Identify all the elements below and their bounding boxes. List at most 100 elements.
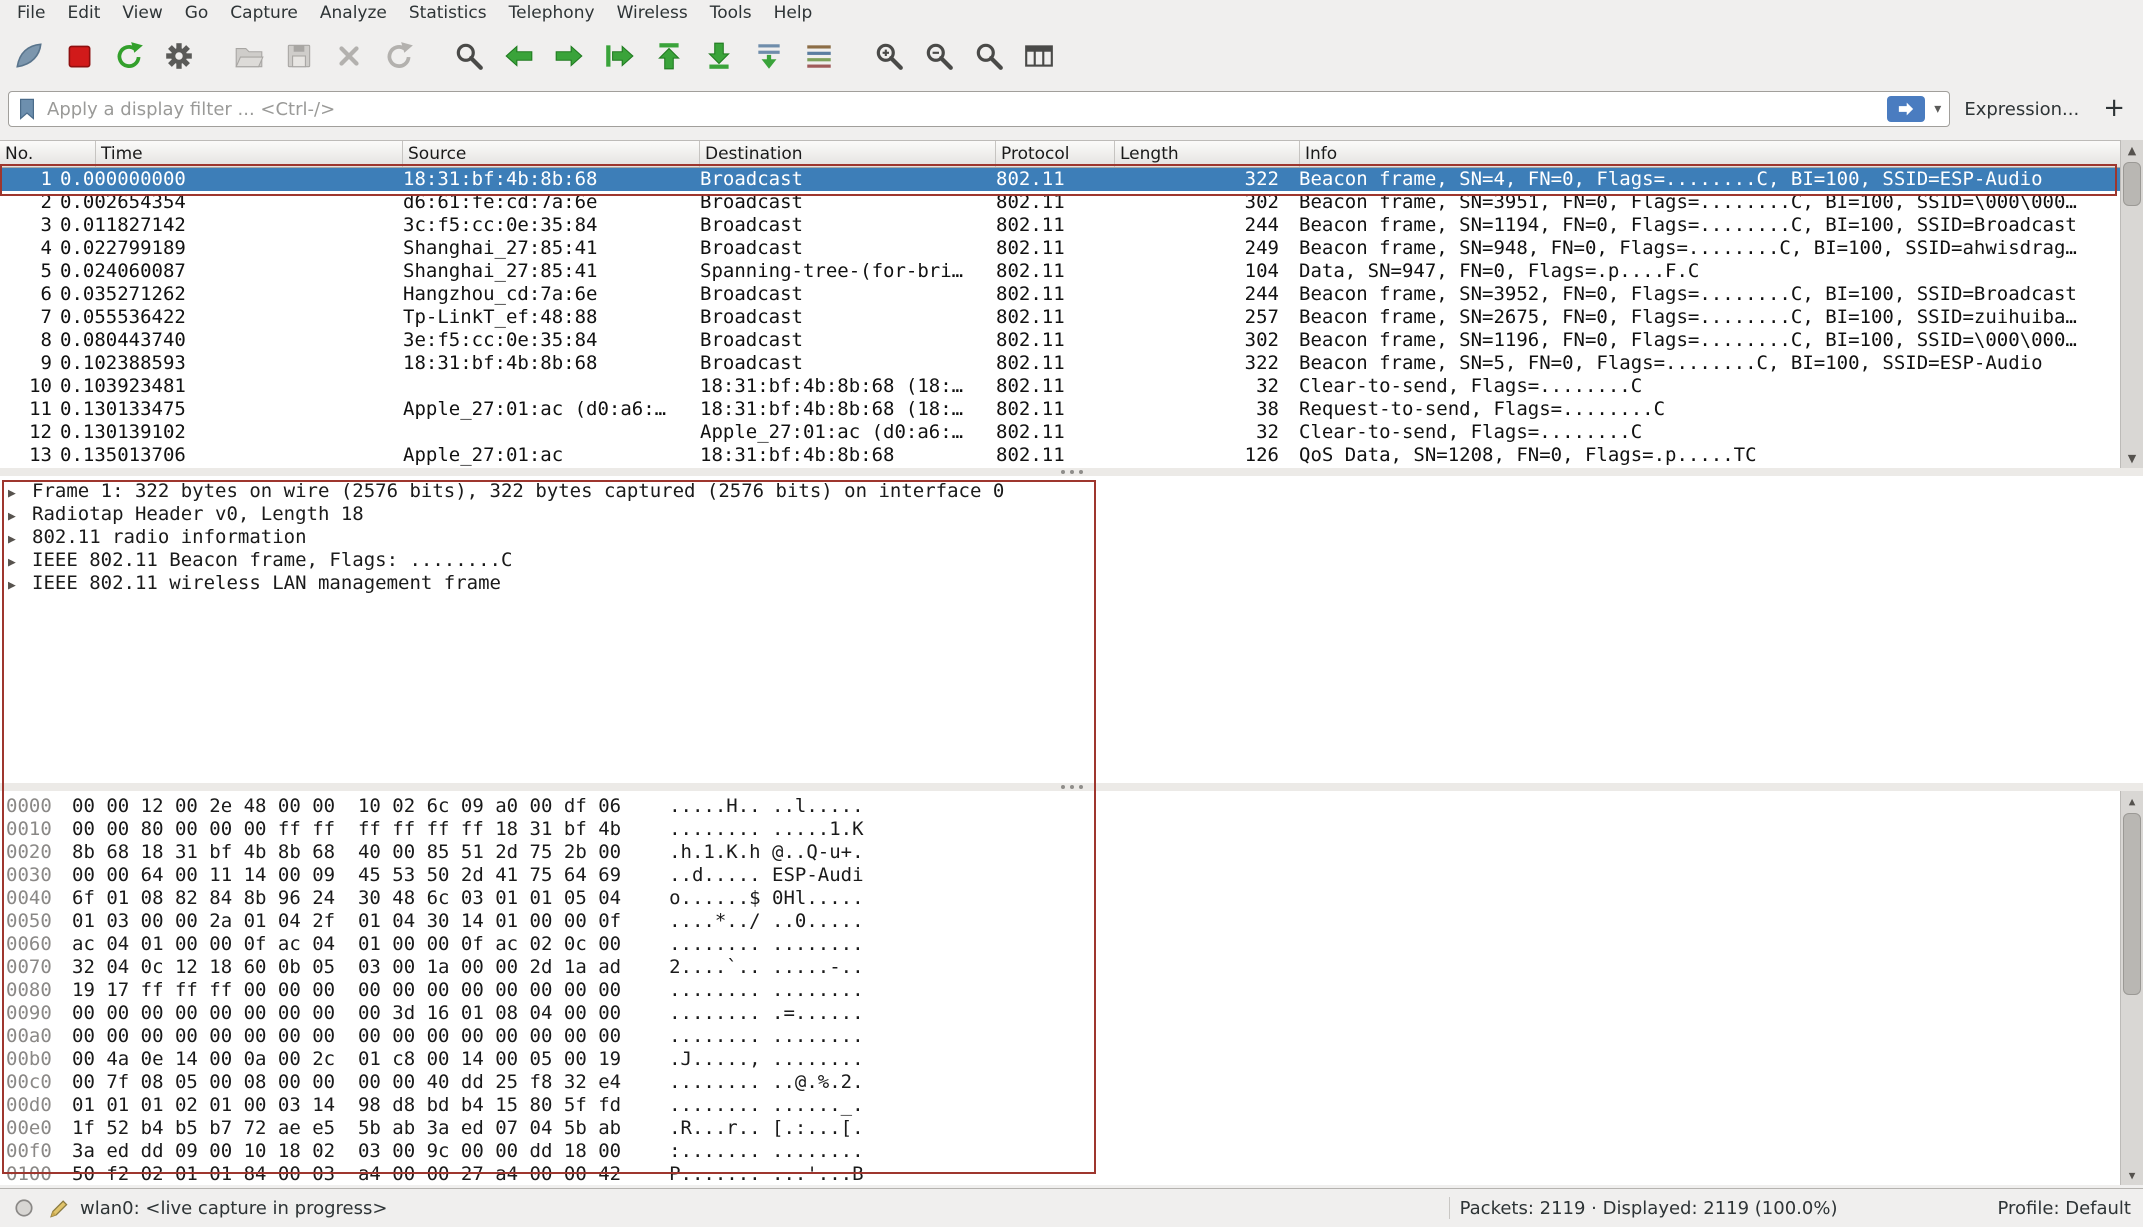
hex-row[interactable]: 0050 01 03 00 00 2a 01 04 2f 01 04 30 14…	[6, 910, 2143, 933]
menu-item[interactable]: Wireless	[606, 0, 699, 26]
packet-row[interactable]: 12 0.130139102 Apple_27:01:ac (d0:a6:… 8…	[0, 421, 2143, 444]
go-last-packet-button[interactable]	[696, 33, 742, 79]
detail-tree-row[interactable]: ▶802.11 radio information	[8, 526, 2143, 549]
menu-item[interactable]: Statistics	[398, 0, 498, 26]
packet-info-cell: QoS Data, SN=1208, FN=0, Flags=.p.....TC	[1285, 444, 2143, 467]
start-capture-button[interactable]	[6, 33, 52, 79]
capture-options-button[interactable]	[156, 33, 202, 79]
menu-item[interactable]: Tools	[699, 0, 763, 26]
column-header-destination[interactable]: Destination	[700, 141, 996, 167]
display-filter-input[interactable]	[45, 98, 1881, 121]
zoom-in-button[interactable]	[866, 33, 912, 79]
scroll-up-icon[interactable]: ▲	[2121, 140, 2143, 160]
hex-row[interactable]: 0030 00 00 64 00 11 14 00 09 45 53 50 2d…	[6, 864, 2143, 887]
find-packet-button[interactable]	[446, 33, 492, 79]
menu-item[interactable]: Help	[763, 0, 824, 26]
reload-file-button[interactable]	[376, 33, 422, 79]
menu-item[interactable]: Go	[174, 0, 220, 26]
hex-bytes: 01 03 00 00 2a 01 04 2f 01 04 30 14 01 0…	[72, 910, 621, 933]
hex-row[interactable]: 00f0 3a ed dd 09 00 10 18 02 03 00 9c 00…	[6, 1140, 2143, 1163]
hex-row[interactable]: 0060 ac 04 01 00 00 0f ac 04 01 00 00 0f…	[6, 933, 2143, 956]
capture-comment-button[interactable]	[46, 1196, 70, 1220]
scrollbar-thumb[interactable]	[2123, 813, 2141, 995]
column-header-source[interactable]: Source	[403, 141, 700, 167]
hex-row[interactable]: 0040 6f 01 08 82 84 8b 96 24 30 48 6c 03…	[6, 887, 2143, 910]
detail-tree-row[interactable]: ▶Radiotap Header v0, Length 18	[8, 503, 2143, 526]
go-back-button[interactable]	[496, 33, 542, 79]
column-header-info[interactable]: Info	[1300, 141, 2143, 167]
expand-arrow-icon[interactable]: ▶	[8, 505, 32, 528]
column-header-time[interactable]: Time	[96, 141, 403, 167]
packet-row[interactable]: 9 0.102388593 18:31:bf:4b:8b:68 Broadcas…	[0, 352, 2143, 375]
go-forward-button[interactable]	[546, 33, 592, 79]
expand-arrow-icon[interactable]: ▶	[8, 482, 32, 505]
hex-row[interactable]: 00a0 00 00 00 00 00 00 00 00 00 00 00 00…	[6, 1025, 2143, 1048]
packet-list-scrollbar[interactable]: ▲ ▼	[2120, 140, 2143, 468]
menu-item[interactable]: File	[6, 0, 56, 26]
detail-tree-row[interactable]: ▶IEEE 802.11 Beacon frame, Flags: ......…	[8, 549, 2143, 572]
scrollbar-thumb[interactable]	[2123, 162, 2141, 206]
profile-button[interactable]: Profile: Default	[1997, 1198, 2131, 1219]
hex-row[interactable]: 00c0 00 7f 08 05 00 08 00 00 00 00 40 dd…	[6, 1071, 2143, 1094]
restart-capture-button[interactable]	[106, 33, 152, 79]
packet-row[interactable]: 11 0.130133475 Apple_27:01:ac (d0:a6:… 1…	[0, 398, 2143, 421]
hex-row[interactable]: 0090 00 00 00 00 00 00 00 00 00 3d 16 01…	[6, 1002, 2143, 1025]
hex-row[interactable]: 0000 00 00 12 00 2e 48 00 00 10 02 6c 09…	[6, 795, 2143, 818]
filter-bookmark-icon[interactable]	[15, 97, 39, 121]
resize-columns-button[interactable]	[1016, 33, 1062, 79]
menu-item[interactable]: Edit	[56, 0, 111, 26]
column-header-length[interactable]: Length	[1115, 141, 1300, 167]
stop-capture-button[interactable]	[56, 33, 102, 79]
scroll-down-icon[interactable]: ▼	[2121, 1165, 2143, 1185]
go-first-packet-button[interactable]	[646, 33, 692, 79]
detail-tree-row[interactable]: ▶Frame 1: 322 bytes on wire (2576 bits),…	[8, 480, 2143, 503]
filter-history-dropdown[interactable]: ▾	[1931, 101, 1944, 117]
save-file-button[interactable]	[276, 33, 322, 79]
menu-item[interactable]: Capture	[219, 0, 309, 26]
zoom-out-button[interactable]	[916, 33, 962, 79]
menu-item[interactable]: View	[111, 0, 173, 26]
auto-scroll-button[interactable]	[746, 33, 792, 79]
packet-row[interactable]: 8 0.080443740 3e:f5:cc:0e:35:84 Broadcas…	[0, 329, 2143, 352]
hex-scrollbar[interactable]: ▲ ▼	[2120, 791, 2143, 1185]
hex-row[interactable]: 00e0 1f 52 b4 b5 b7 72 ae e5 5b ab 3a ed…	[6, 1117, 2143, 1140]
menu-item[interactable]: Telephony	[498, 0, 606, 26]
hex-row[interactable]: 0100 50 f2 02 01 01 84 00 03 a4 00 00 27…	[6, 1163, 2143, 1185]
hex-row[interactable]: 0080 19 17 ff ff ff 00 00 00 00 00 00 00…	[6, 979, 2143, 1002]
scroll-up-icon[interactable]: ▲	[2121, 791, 2143, 811]
hex-row[interactable]: 00d0 01 01 01 02 01 00 03 14 98 d8 bd b4…	[6, 1094, 2143, 1117]
packet-row[interactable]: 6 0.035271262 Hangzhou_cd:7a:6e Broadcas…	[0, 283, 2143, 306]
colorize-packets-button[interactable]	[796, 33, 842, 79]
apply-filter-button[interactable]	[1887, 96, 1925, 122]
zoom-normal-button[interactable]	[966, 33, 1012, 79]
list-details-splitter[interactable]	[0, 468, 2143, 476]
expand-arrow-icon[interactable]: ▶	[8, 574, 32, 597]
expert-info-button[interactable]	[12, 1196, 36, 1220]
hex-row[interactable]: 0010 00 00 80 00 00 00 ff ff ff ff ff ff…	[6, 818, 2143, 841]
close-file-button[interactable]	[326, 33, 372, 79]
column-header-no[interactable]: No.	[0, 141, 96, 167]
details-bytes-splitter[interactable]	[0, 783, 2143, 791]
hex-row[interactable]: 0070 32 04 0c 12 18 60 0b 05 03 00 1a 00…	[6, 956, 2143, 979]
detail-tree-row[interactable]: ▶IEEE 802.11 wireless LAN management fra…	[8, 572, 2143, 595]
packet-row[interactable]: 1 0.000000000 18:31:bf:4b:8b:68 Broadcas…	[0, 168, 2143, 191]
hex-row[interactable]: 0020 8b 68 18 31 bf 4b 8b 68 40 00 85 51…	[6, 841, 2143, 864]
hex-row[interactable]: 00b0 00 4a 0e 14 00 0a 00 2c 01 c8 00 14…	[6, 1048, 2143, 1071]
open-file-button[interactable]	[226, 33, 272, 79]
packet-row[interactable]: 5 0.024060087 Shanghai_27:85:41 Spanning…	[0, 260, 2143, 283]
packet-row[interactable]: 7 0.055536422 Tp-LinkT_ef:48:88 Broadcas…	[0, 306, 2143, 329]
menu-item[interactable]: Analyze	[309, 0, 398, 26]
packet-row[interactable]: 10 0.103923481 18:31:bf:4b:8b:68 (18:… 8…	[0, 375, 2143, 398]
expression-button[interactable]: Expression...	[1958, 99, 2085, 120]
packet-row[interactable]: 4 0.022799189 Shanghai_27:85:41 Broadcas…	[0, 237, 2143, 260]
expand-arrow-icon[interactable]: ▶	[8, 551, 32, 574]
packet-row[interactable]: 2 0.002654354 d6:61:fe:cd:7a:6e Broadcas…	[0, 191, 2143, 214]
expand-arrow-icon[interactable]: ▶	[8, 528, 32, 551]
scroll-down-icon[interactable]: ▼	[2121, 448, 2143, 468]
add-filter-button[interactable]: +	[2093, 93, 2135, 126]
column-header-protocol[interactable]: Protocol	[996, 141, 1115, 167]
packet-row[interactable]: 13 0.135013706 Apple_27:01:ac 18:31:bf:4…	[0, 444, 2143, 467]
go-to-packet-button[interactable]	[596, 33, 642, 79]
packet-row[interactable]: 3 0.011827142 3c:f5:cc:0e:35:84 Broadcas…	[0, 214, 2143, 237]
packet-source-cell: Hangzhou_cd:7a:6e	[403, 283, 700, 306]
